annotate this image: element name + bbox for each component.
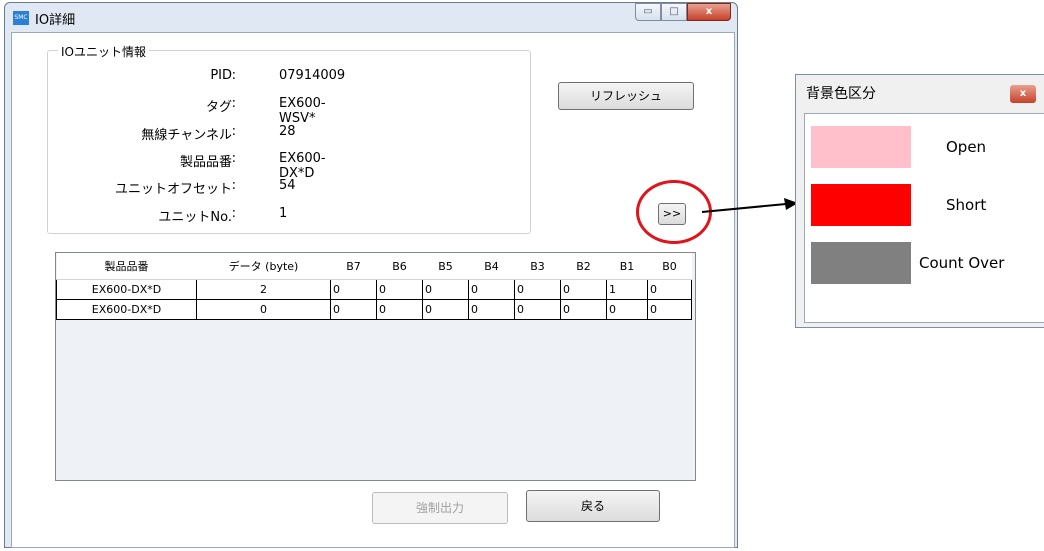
table-cell[interactable]: EX600-DX*D [56, 279, 197, 300]
field-value: EX600-WSV* [279, 96, 326, 126]
maximize-button[interactable]: □ [661, 3, 687, 21]
column-header[interactable]: B1 [606, 253, 648, 280]
table-cell[interactable]: EX600-DX*D [56, 299, 197, 320]
column-header[interactable]: B4 [468, 253, 515, 280]
legend-label-open: Open [946, 138, 987, 156]
legend-label-count-over: Count Over [919, 254, 1005, 272]
table-row[interactable]: EX600-DX*D 2 0 0 0 0 0 0 1 0 [56, 279, 692, 300]
legend-swatch-open [811, 126, 911, 168]
table-cell[interactable]: 0 [606, 299, 648, 320]
table-cell[interactable]: 0 [376, 299, 423, 320]
table-cell[interactable]: 0 [514, 299, 561, 320]
table-cell[interactable]: 0 [376, 279, 423, 300]
io-data-grid[interactable]: 製品品番 データ (byte) B7 B6 B5 B4 B3 B2 B1 B0 … [55, 252, 696, 481]
column-header[interactable]: B5 [422, 253, 469, 280]
title-bar[interactable]: SMC IO詳細 ▭ □ x [5, 3, 737, 33]
field-separator: : [231, 68, 236, 83]
column-header[interactable]: データ (byte) [196, 253, 331, 280]
refresh-button[interactable]: リフレッシュ [558, 82, 694, 110]
field-value: 1 [279, 206, 288, 221]
table-cell[interactable]: 0 [514, 279, 561, 300]
field-value: 07914009 [279, 68, 346, 83]
table-cell[interactable]: 0 [560, 299, 607, 320]
force-output-button[interactable]: 強制出力 [372, 492, 508, 524]
legend-label-short: Short [946, 196, 987, 214]
app-icon: SMC [13, 11, 29, 25]
table-row[interactable]: EX600-DX*D 0 0 0 0 0 0 0 0 0 [56, 299, 692, 320]
table-cell[interactable]: 0 [468, 279, 515, 300]
table-header-row: 製品品番 データ (byte) B7 B6 B5 B4 B3 B2 B1 B0 [56, 253, 692, 280]
table-cell[interactable]: 0 [422, 299, 469, 320]
legend-body: Open Short Count Over [804, 113, 1044, 323]
field-value: 28 [279, 124, 296, 139]
table-cell[interactable]: 0 [560, 279, 607, 300]
field-separator: : [231, 206, 236, 221]
field-separator: : [231, 178, 236, 193]
unit-info-group-label: IOユニット情報 [58, 43, 149, 60]
io-table: 製品品番 データ (byte) B7 B6 B5 B4 B3 B2 B1 B0 … [56, 253, 692, 320]
arrow-icon [701, 198, 798, 213]
legend-close-button[interactable]: x [1010, 85, 1036, 103]
legend-title: 背景色区分 [806, 86, 876, 102]
table-cell[interactable]: 2 [196, 279, 331, 300]
table-cell[interactable]: 0 [647, 279, 692, 300]
legend-swatch-count-over [811, 242, 911, 284]
column-header[interactable]: B7 [330, 253, 377, 280]
table-cell[interactable]: 0 [330, 299, 377, 320]
table-cell[interactable]: 0 [196, 299, 331, 320]
field-separator: : [231, 124, 236, 139]
legend-window: 背景色区分 x Open Short Count Over [795, 74, 1044, 328]
table-cell[interactable]: 0 [647, 299, 692, 320]
window-title: IO詳細 [35, 13, 76, 28]
back-button[interactable]: 戻る [526, 490, 660, 522]
column-header[interactable]: B0 [647, 253, 692, 280]
column-header[interactable]: B3 [514, 253, 561, 280]
field-separator: : [231, 151, 236, 166]
column-header[interactable]: B2 [560, 253, 607, 280]
field-value: 54 [279, 178, 296, 193]
field-value: EX600-DX*D [279, 151, 326, 181]
column-header[interactable]: 製品品番 [56, 253, 197, 280]
table-cell[interactable]: 1 [606, 279, 648, 300]
column-header[interactable]: B6 [376, 253, 423, 280]
table-cell[interactable]: 0 [330, 279, 377, 300]
table-cell[interactable]: 0 [422, 279, 469, 300]
close-button[interactable]: x [687, 3, 731, 21]
legend-swatch-short [811, 184, 911, 226]
field-separator: : [231, 96, 236, 111]
minimize-button[interactable]: ▭ [635, 3, 661, 21]
table-cell[interactable]: 0 [468, 299, 515, 320]
